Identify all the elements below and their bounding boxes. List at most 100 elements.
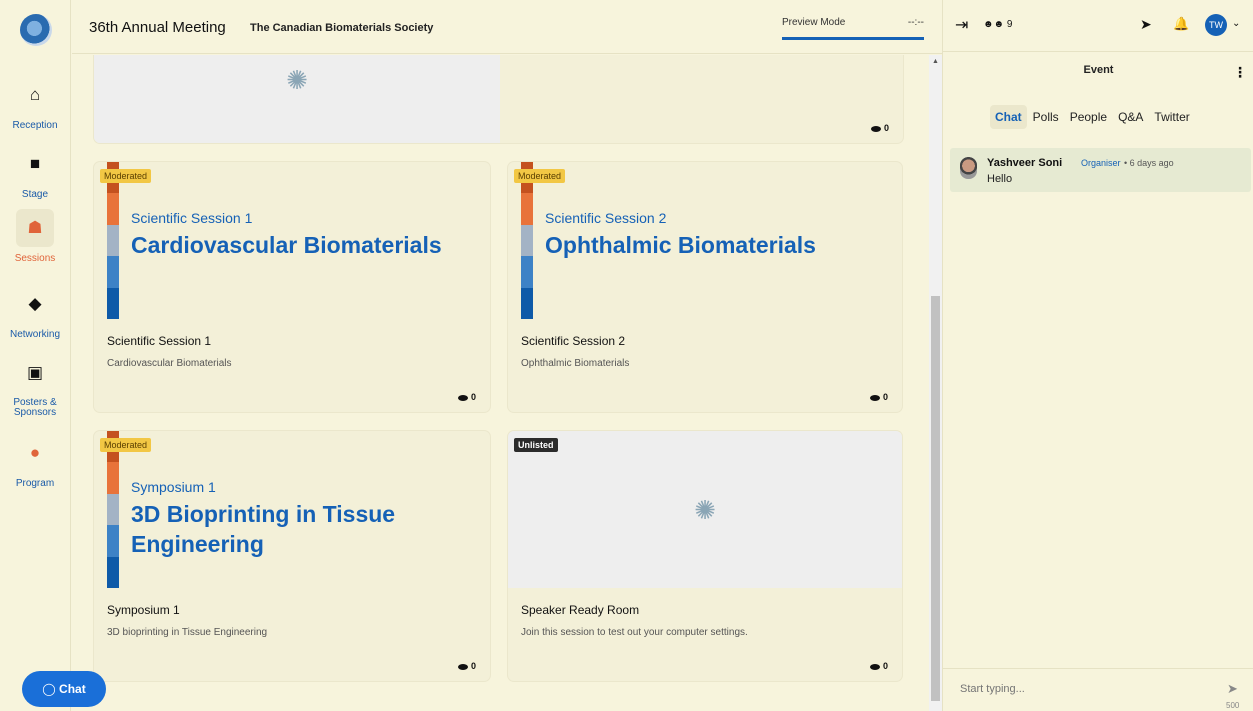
handshake-icon: ◆ [28,294,42,313]
session-card-symposium-1[interactable]: Moderated Symposium 1 3D Bioprinting in … [94,431,490,681]
session-thumbnail: Moderated Scientific Session 1 Cardiovas… [94,162,490,319]
chat-composer: ➤ 500 [943,668,1253,711]
view-count-value: 0 [882,392,888,402]
view-count: 0 [457,392,476,402]
chat-button[interactable]: ◯ Chat [22,671,106,707]
unlisted-badge: Unlisted [514,438,558,452]
booth-icon: ▣ [26,363,44,382]
panel-tabs: Chat Polls People Q&A Twitter [990,105,1196,129]
session-card-scientific-2[interactable]: Moderated Scientific Session 2 Ophthalmi… [508,162,902,412]
eye-icon [869,663,880,670]
session-thumbnail: Moderated Scientific Session 2 Ophthalmi… [508,162,902,319]
send-message-icon[interactable]: ➤ [1227,681,1238,697]
session-title: Scientific Session 2 [521,334,626,348]
session-title: Symposium 1 [107,603,180,617]
attendee-count[interactable]: ☻☻ 9 [983,19,1012,30]
loading-spinner-icon: ✺ [694,494,716,525]
left-nav: ⌂ Reception ■ Stage ☗ Sessions ◆ Network… [0,0,71,711]
nav-item-stage[interactable]: ■ Stage [0,145,70,200]
eye-icon [869,394,880,401]
view-count: 0 [869,392,888,402]
view-count: 0 [870,123,889,133]
right-panel-toolbar: ⇥ ☻☻ 9 ➤ 🔔 TW ⌄ [943,0,1253,52]
thumbnail-subtitle: Scientific Session 1 [131,210,253,226]
organization-name: The Canadian Biomaterials Society [250,22,434,34]
loading-spinner-icon: ✺ [286,65,308,95]
session-thumbnail: Moderated Symposium 1 3D Bioprinting in … [94,431,490,588]
sessions-icon: ☗ [16,209,54,247]
session-description: 3D bioprinting in Tissue Engineering [107,627,268,638]
session-description: Join this session to test out your compu… [521,627,748,638]
preview-mode-indicator: Preview Mode --:-- [782,17,924,40]
tab-polls[interactable]: Polls [1028,105,1064,129]
chat-bubble-icon: ◯ [42,682,60,696]
tab-qa[interactable]: Q&A [1113,105,1148,129]
view-count-value: 0 [470,392,476,402]
eye-icon [870,125,881,132]
preview-timer: --:-- [907,17,924,28]
session-thumbnail: ✺ [94,55,500,143]
tab-twitter[interactable]: Twitter [1149,105,1194,129]
session-description: Cardiovascular Biomaterials [107,358,232,369]
top-header: 36th Annual Meeting The Canadian Biomate… [72,0,942,54]
message-text: Hello [987,173,1013,185]
right-panel: ⇥ ☻☻ 9 ➤ 🔔 TW ⌄ Event ⋮ Chat Polls People Q… [942,0,1253,711]
nav-item-program[interactable]: ● Program [0,434,70,489]
nav-item-networking[interactable]: ◆ Networking [0,285,70,340]
chat-button-label: Chat [59,682,86,696]
user-avatar[interactable]: TW [1205,14,1227,36]
moderated-badge: Moderated [514,169,566,183]
event-logo[interactable] [20,14,52,46]
nav-label-program: Program [15,478,55,489]
bell-icon[interactable]: 🔔 [1173,16,1189,32]
thumbnail-subtitle: Scientific Session 2 [545,210,667,226]
nav-label-stage: Stage [21,189,49,200]
home-icon: ⌂ [29,85,41,104]
session-card-top[interactable]: ✺ 0 [94,55,903,143]
session-title: Speaker Ready Room [521,603,640,617]
moderated-badge: Moderated [100,169,152,183]
avatar[interactable] [960,157,977,179]
send-icon[interactable]: ➤ [1140,16,1152,33]
session-description: Ophthalmic Biomaterials [521,358,630,369]
panel-heading: Event [1083,64,1114,76]
color-stripe [521,162,533,319]
message-author[interactable]: Yashveer Soni [987,157,1062,169]
session-card-speaker-ready-room[interactable]: Unlisted ✺ Speaker Ready Room Join this … [508,431,902,681]
chat-input[interactable] [960,683,1200,695]
preview-mode-label: Preview Mode [782,17,846,28]
content-scrollbar[interactable]: ▲ [929,55,942,711]
color-stripe [107,162,119,319]
color-stripe [107,431,119,588]
character-count: 500 [1226,701,1240,710]
scrollbar-thumb[interactable] [931,296,940,701]
tab-people[interactable]: People [1065,105,1112,129]
event-title: 36th Annual Meeting [89,19,226,36]
session-card-scientific-1[interactable]: Moderated Scientific Session 1 Cardiovas… [94,162,490,412]
author-role-badge: Organiser [1081,158,1121,168]
thumbnail-title: 3D Bioprinting in Tissue Engineering [131,501,396,557]
view-count-value: 0 [883,123,889,133]
nav-item-posters-sponsors[interactable]: ▣ Posters & Sponsors [0,354,70,418]
message-timestamp: • 6 days ago [1124,158,1174,168]
thumbnail-title: Ophthalmic Biomaterials [545,232,816,258]
view-count-value: 0 [470,661,476,671]
nav-item-sessions[interactable]: ☗ Sessions [0,209,70,264]
chevron-down-icon[interactable]: ⌄ [1232,18,1240,29]
thumbnail-title: Cardiovascular Biomaterials [131,232,442,258]
attendee-count-value: 9 [1006,19,1013,30]
session-thumbnail: Unlisted ✺ [508,431,902,588]
nav-label-sessions: Sessions [14,253,56,264]
view-count: 0 [457,661,476,671]
tab-chat[interactable]: Chat [990,105,1027,129]
more-options-icon[interactable]: ⋮ [1233,64,1247,81]
moderated-badge: Moderated [100,438,152,452]
collapse-panel-icon[interactable]: ⇥ [955,15,968,35]
scroll-up-icon[interactable]: ▲ [932,58,939,65]
sessions-grid: ✺ 0 Moderated Scientific Session 1 Cardi… [72,55,929,711]
video-icon: ■ [29,154,41,173]
view-count-value: 0 [882,661,888,671]
thumbnail-subtitle: Symposium 1 [131,479,216,495]
nav-item-reception[interactable]: ⌂ Reception [0,76,70,131]
program-icon: ● [29,443,41,462]
